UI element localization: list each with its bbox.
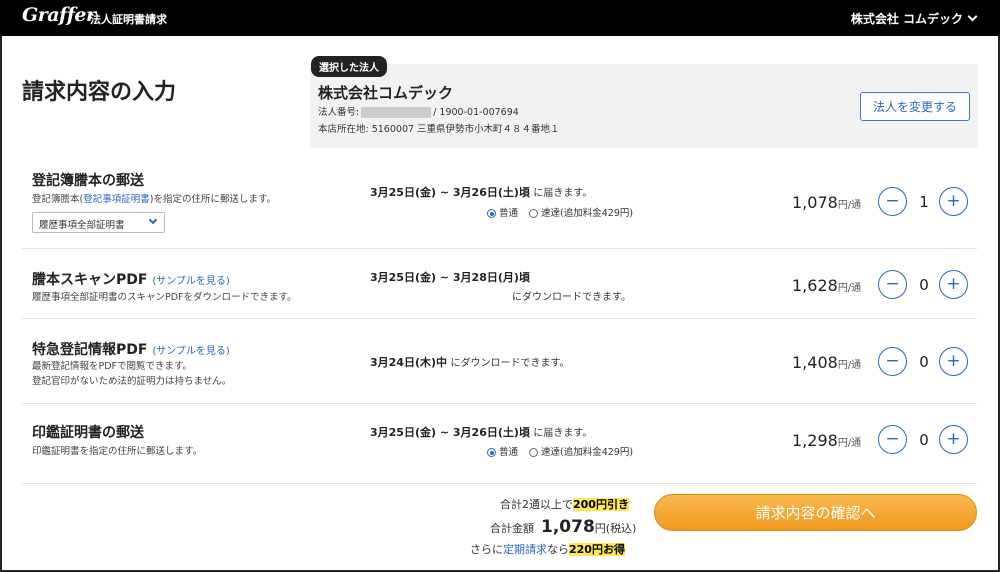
account-menu[interactable]: 株式会社 コムデック [850, 10, 978, 27]
quantity-value: 0 [919, 431, 929, 449]
item-row-scan-pdf: 謄本スキャンPDF (サンプルを見る) 履歴事項全部証明書のスキャンPDFをダウ… [22, 249, 977, 319]
radio-express[interactable]: 速達(追加料金429円) [529, 208, 633, 219]
radio-normal[interactable]: 普通 [487, 208, 518, 219]
corp-number: 法人番号:/ 1900-01-007694 [318, 107, 519, 118]
delivery-note: にダウンロードできます。 [512, 292, 631, 303]
top-bar: Graffer 法人証明書請求 株式会社 コムデック [0, 0, 1000, 36]
account-name: 株式会社 コムデック [850, 12, 963, 26]
chevron-down-icon [967, 11, 978, 22]
cert-type-select[interactable]: 履歴事項全部証明書 [32, 212, 165, 233]
selected-corp-tag: 選択した法人 [311, 56, 387, 77]
item-title: 特急登記情報PDF (サンプルを見る) [32, 342, 230, 358]
unit-price: 1,298円/通 [792, 431, 862, 450]
service-name: 法人証明書請求 [90, 13, 167, 26]
radio-icon [487, 448, 496, 457]
page-title: 請求内容の入力 [22, 80, 177, 105]
registry-cert-link[interactable]: 登記事項証明書 [83, 194, 150, 205]
quantity-value: 0 [919, 353, 929, 371]
decrement-button[interactable]: − [878, 425, 907, 454]
quantity-value: 1 [919, 193, 929, 211]
delivery-date: 3月25日(金) ~ 3月28日(月)頃 [370, 271, 530, 284]
regular-request-link[interactable]: 定期請求 [503, 543, 547, 556]
delivery-date: 3月24日(木)中 にダウンロードできます。 [370, 356, 570, 369]
quantity-value: 0 [919, 276, 929, 294]
masked-number [361, 107, 432, 118]
corp-name: 株式会社コムデック [318, 84, 454, 102]
item-row-seal-cert: 印鑑証明書の郵送 印鑑証明書を指定の住所に郵送します。 3月25日(金) ~ 3… [22, 404, 977, 484]
decrement-button[interactable]: − [878, 187, 907, 216]
graffer-logo[interactable]: Graffer [22, 4, 96, 26]
increment-button[interactable]: + [939, 187, 968, 216]
item-row-express-info-pdf: 特急登記情報PDF (サンプルを見る) 最新登記情報をPDFで閲覧できます。 登… [22, 319, 977, 404]
item-title: 登記簿謄本の郵送 [32, 173, 144, 189]
item-title: 印鑑証明書の郵送 [32, 425, 144, 441]
shipping-options: 普通 速達(追加料金429円) [487, 444, 633, 458]
increment-button[interactable]: + [939, 270, 968, 299]
item-desc-line2: 登記官印がないため法的証明力は持ちません。 [32, 376, 232, 387]
item-row-registry-copy: 登記簿謄本の郵送 登記簿謄本(登記事項証明書)を指定の住所に郵送します。 履歴事… [22, 158, 977, 249]
chevron-down-icon [148, 215, 158, 225]
discount-note: 合計2通以上で200円引き [500, 498, 629, 511]
item-desc: 印鑑証明書を指定の住所に郵送します。 [32, 446, 203, 457]
radio-normal[interactable]: 普通 [487, 447, 518, 458]
item-desc: 登記簿謄本(登記事項証明書)を指定の住所に郵送します。 [32, 194, 276, 205]
decrement-button[interactable]: − [878, 270, 907, 299]
item-desc-line1: 最新登記情報をPDFで閲覧できます。 [32, 361, 193, 372]
delivery-date: 3月25日(金) ~ 3月26日(土)頃 に届きます。 [370, 186, 593, 199]
sample-link[interactable]: (サンプルを見る) [152, 346, 230, 357]
radio-icon [487, 209, 496, 218]
increment-button[interactable]: + [939, 347, 968, 376]
unit-price: 1,408円/通 [792, 353, 862, 372]
delivery-date: 3月25日(金) ~ 3月26日(土)頃 に届きます。 [370, 426, 593, 439]
total-amount: 合計金額 1,078円(税込) [490, 517, 637, 537]
decrement-button[interactable]: − [878, 347, 907, 376]
regular-request-note: さらに定期請求なら220円お得 [470, 543, 625, 556]
item-title: 謄本スキャンPDF (サンプルを見る) [32, 272, 230, 288]
shipping-options: 普通 速達(追加料金429円) [487, 205, 633, 219]
unit-price: 1,078円/通 [792, 193, 862, 212]
increment-button[interactable]: + [939, 425, 968, 454]
radio-icon [529, 209, 539, 218]
radio-express[interactable]: 速達(追加料金429円) [529, 447, 633, 458]
unit-price: 1,628円/通 [792, 276, 862, 295]
item-desc: 履歴事項全部証明書のスキャンPDFをダウンロードできます。 [32, 292, 297, 303]
corp-address: 本店所在地: 5160007 三重県伊勢市小木町４８４番地１ [318, 124, 560, 135]
change-corp-button[interactable]: 法人を変更する [860, 92, 970, 121]
sample-link[interactable]: (サンプルを見る) [152, 276, 230, 287]
radio-icon [529, 448, 539, 457]
confirm-button[interactable]: 請求内容の確認へ [654, 494, 977, 531]
